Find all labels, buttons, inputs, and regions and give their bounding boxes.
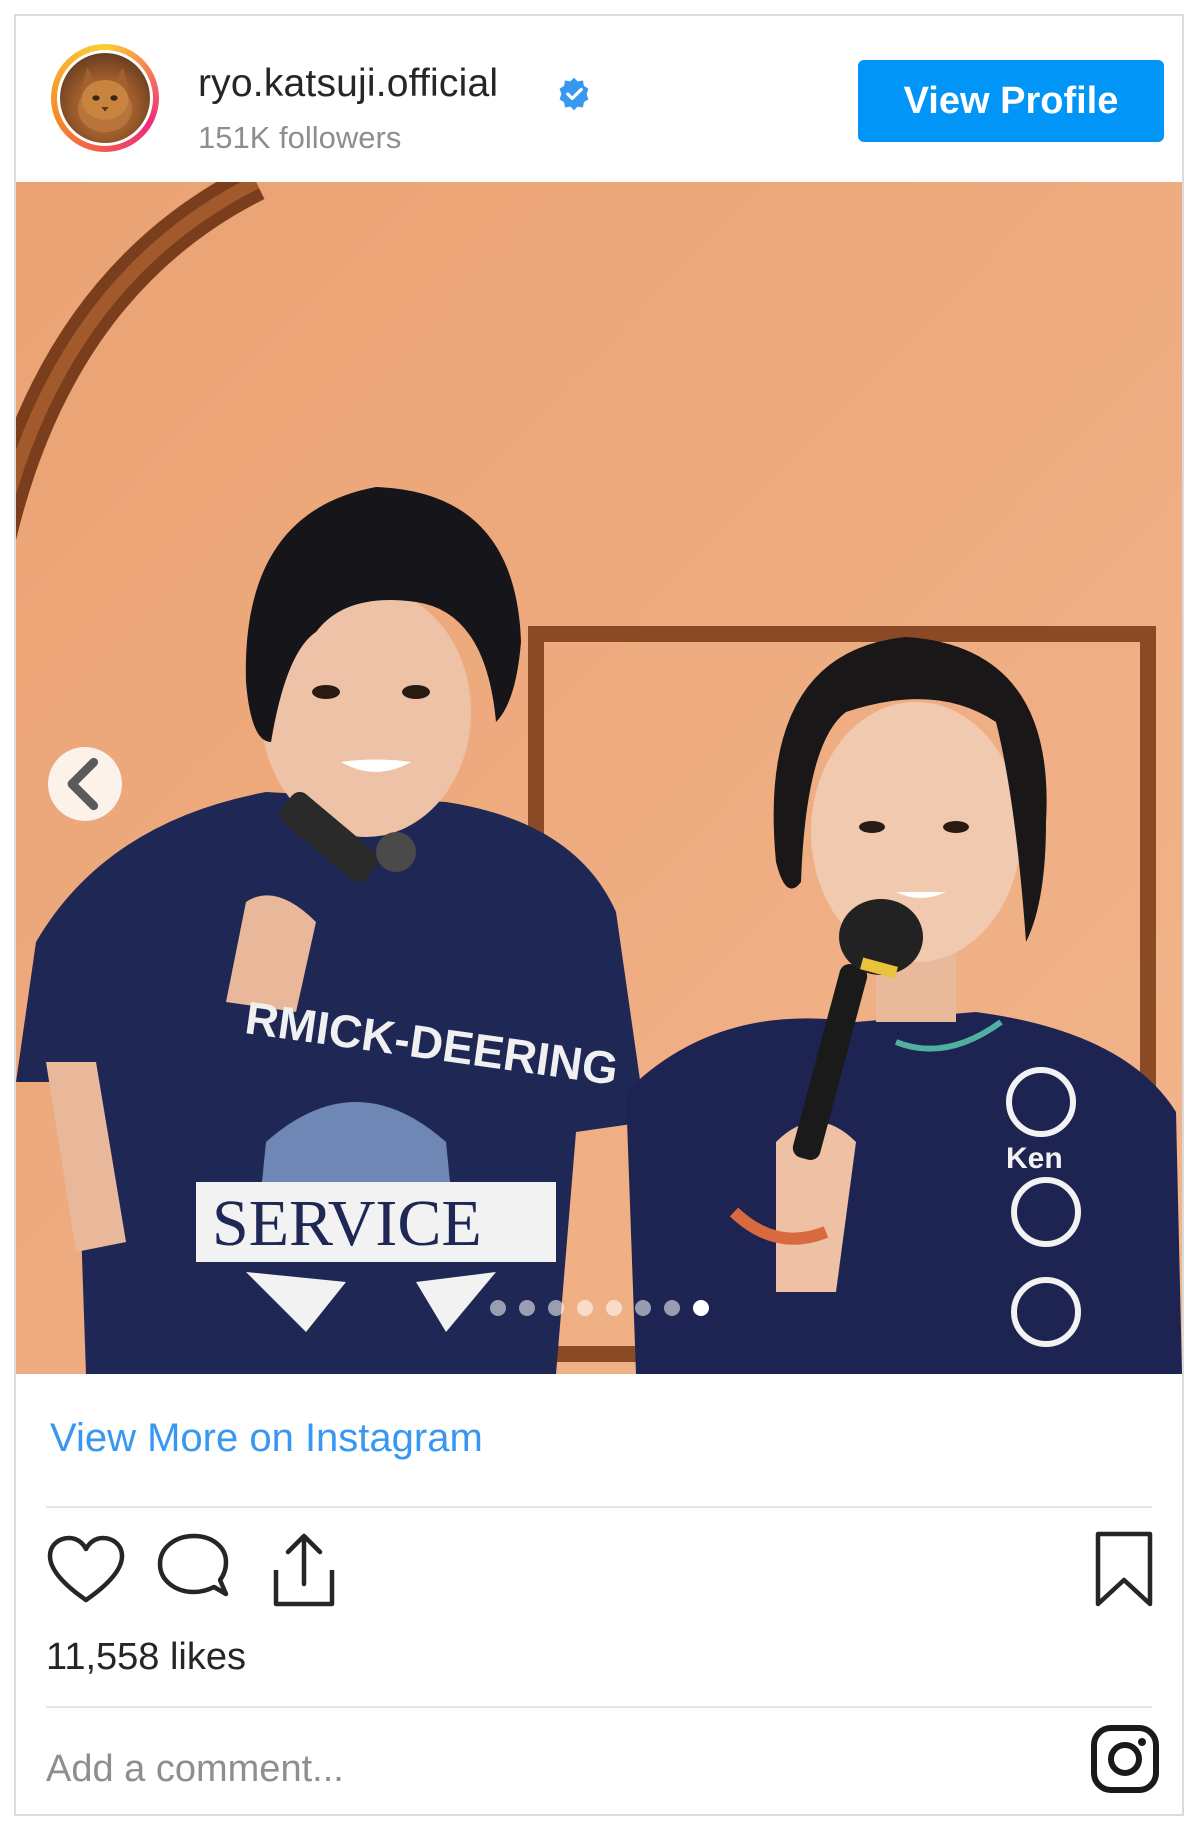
previous-slide-button[interactable] <box>48 747 122 821</box>
carousel-dot <box>518 1300 535 1316</box>
carousel-dot <box>605 1300 622 1316</box>
follower-count: 151K followers <box>198 120 402 155</box>
heart-icon[interactable] <box>46 1534 126 1606</box>
divider <box>46 1506 1152 1508</box>
comment-icon[interactable] <box>154 1532 234 1608</box>
shirt-print-main: SERVICE <box>212 1187 482 1260</box>
post-photo[interactable]: RMICK-DEERING SERVICE Ken <box>16 182 1182 1374</box>
shirt-print-name: Ken <box>1006 1142 1063 1175</box>
carousel-dot-active <box>692 1300 709 1316</box>
chevron-left-icon <box>67 757 99 811</box>
avatar[interactable] <box>57 50 153 146</box>
carousel-dot <box>489 1300 506 1316</box>
bookmark-icon[interactable] <box>1092 1530 1156 1610</box>
verified-badge-icon <box>559 77 589 111</box>
photo-image: RMICK-DEERING SERVICE Ken <box>16 182 1182 1374</box>
carousel-dot <box>547 1300 564 1316</box>
share-icon[interactable] <box>266 1528 342 1610</box>
like-count: 11,558 likes <box>46 1636 246 1678</box>
carousel-indicator <box>16 1300 1182 1316</box>
instagram-embed-card: ryo.katsuji.official 151K followers View… <box>14 14 1184 1816</box>
carousel-dot <box>576 1300 593 1316</box>
avatar-story-ring[interactable] <box>51 44 159 152</box>
carousel-dot <box>663 1300 680 1316</box>
comment-input[interactable] <box>46 1748 846 1791</box>
divider <box>46 1706 1152 1708</box>
view-profile-button[interactable]: View Profile <box>858 60 1164 142</box>
view-more-link[interactable]: View More on Instagram <box>50 1416 483 1461</box>
post-header: ryo.katsuji.official 151K followers View… <box>16 16 1182 182</box>
username[interactable]: ryo.katsuji.official <box>198 62 498 106</box>
instagram-logo-icon[interactable] <box>1090 1724 1160 1794</box>
carousel-dot <box>634 1300 651 1316</box>
